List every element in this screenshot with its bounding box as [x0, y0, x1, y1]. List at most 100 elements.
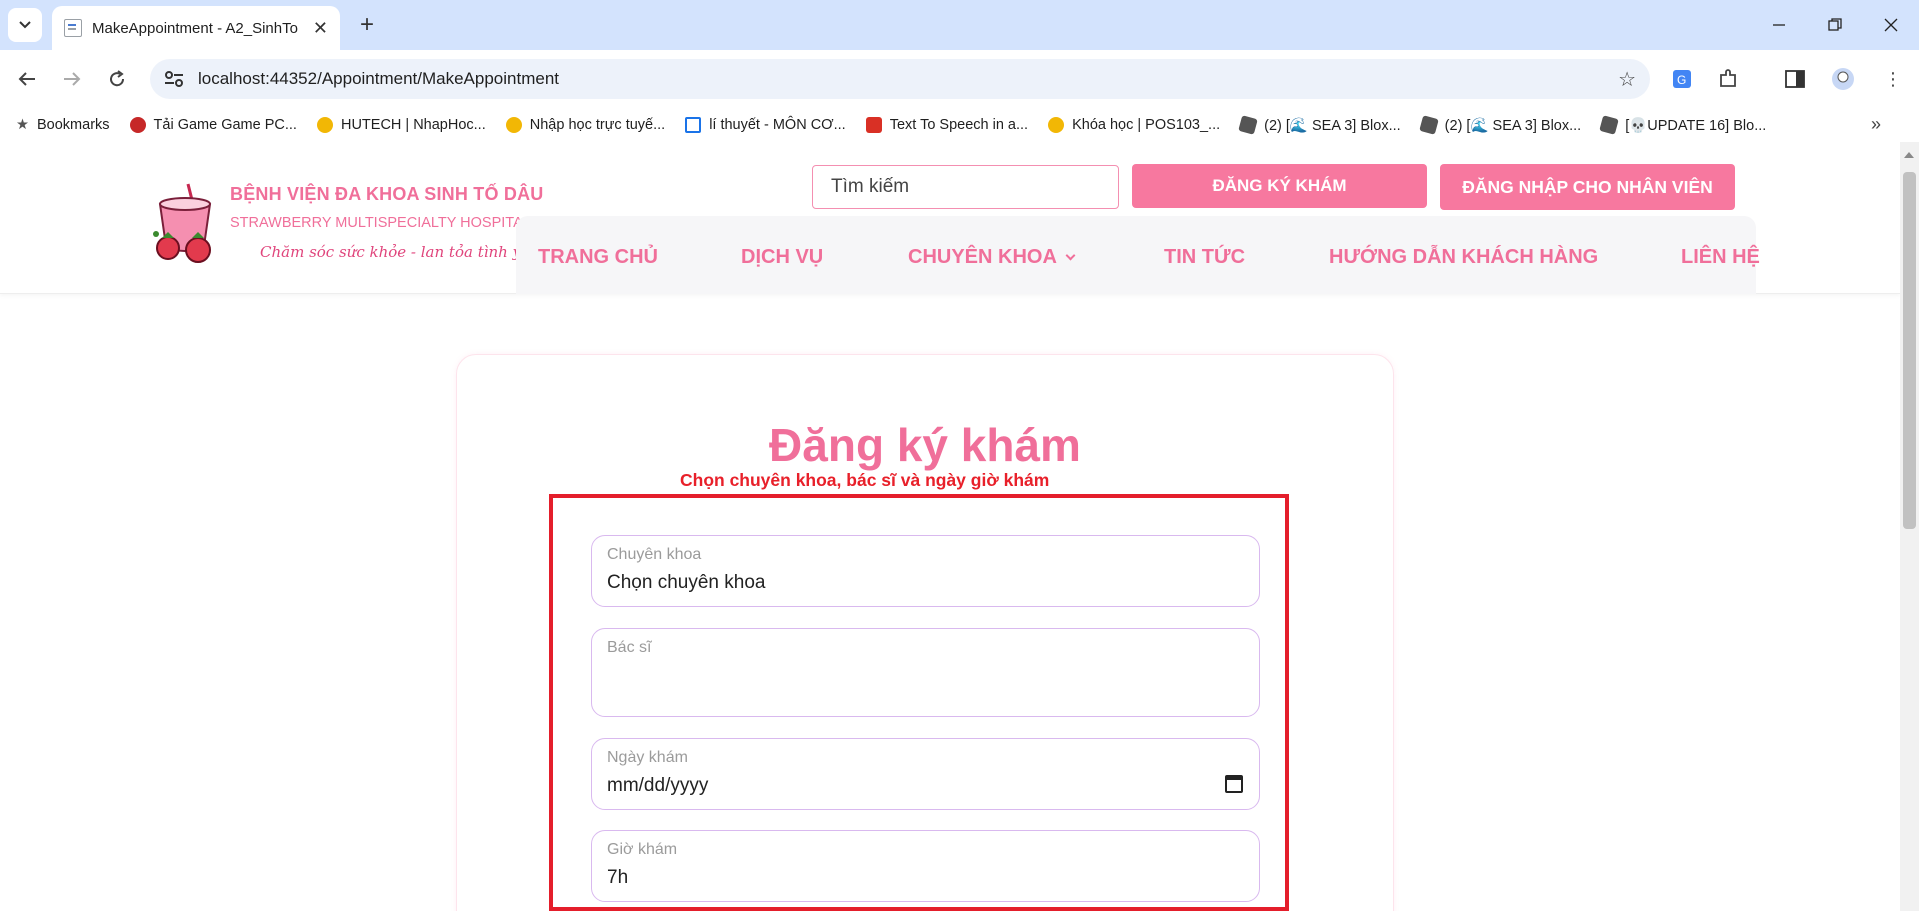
sidebar-toggle-icon: [1785, 70, 1805, 88]
roblox-favicon-icon: [1599, 115, 1620, 135]
arrow-left-icon: [18, 72, 35, 86]
reload-button[interactable]: [100, 62, 134, 96]
scroll-thumb[interactable]: [1903, 172, 1916, 529]
tab-search-button[interactable]: [8, 8, 42, 42]
scroll-up-arrow-icon[interactable]: [1904, 152, 1914, 158]
doctor-label: Bác sĩ: [607, 639, 652, 656]
doctor-select[interactable]: Bác sĩ: [591, 628, 1260, 717]
translate-icon[interactable]: G: [1667, 64, 1697, 94]
address-bar[interactable]: localhost:44352/Appointment/MakeAppointm…: [150, 59, 1650, 99]
nav-news[interactable]: TIN TỨC: [1164, 246, 1245, 269]
minimize-button[interactable]: [1762, 10, 1796, 40]
browser-tab-active[interactable]: MakeAppointment - A2_SinhTo ✕: [52, 6, 340, 50]
bookmark-label: [💀UPDATE 16] Blo...: [1625, 117, 1767, 134]
site-favicon-icon: [129, 117, 146, 133]
site-settings-icon[interactable]: [164, 70, 184, 88]
page-scrollbar[interactable]: [1900, 142, 1919, 911]
brand-block[interactable]: BỆNH VIỆN ĐA KHOA SINH TỐ DÂU STRAWBERRY…: [230, 184, 543, 261]
bookmark-item[interactable]: Tải Game Game PC...: [129, 117, 297, 133]
register-appointment-button[interactable]: ĐĂNG KÝ KHÁM: [1132, 164, 1427, 208]
date-value: mm/dd/yyyy: [607, 775, 709, 796]
restore-button[interactable]: [1818, 10, 1852, 40]
specialty-select[interactable]: Chuyên khoa Chọn chuyên khoa: [591, 535, 1260, 607]
bookmark-label: lí thuyết - MÔN CƠ...: [709, 117, 846, 133]
grid-favicon-icon: [685, 117, 702, 133]
strawberry-smoothie-logo[interactable]: [148, 182, 220, 268]
translate-glyph-icon: G: [1673, 70, 1691, 88]
arrow-right-icon: [64, 72, 81, 86]
page-title: Đăng ký khám: [769, 419, 1081, 471]
profile-avatar[interactable]: [1828, 64, 1858, 94]
bookmark-label: (2) [🌊 SEA 3] Blox...: [1444, 117, 1582, 134]
restore-icon: [1828, 18, 1842, 31]
puzzle-icon: [1720, 69, 1736, 87]
reload-icon: [110, 70, 125, 87]
time-value: 7h: [607, 867, 629, 888]
search-input[interactable]: [812, 165, 1119, 209]
bookmark-label: Text To Speech in a...: [889, 117, 1029, 133]
side-panel-icon[interactable]: [1780, 64, 1810, 94]
appointment-date-input[interactable]: Ngày khám mm/dd/yyyy: [591, 738, 1260, 810]
new-tab-button[interactable]: +: [352, 10, 382, 40]
brand-name: BỆNH VIỆN ĐA KHOA SINH TỐ DÂU: [230, 184, 544, 204]
brand-subtitle: STRAWBERRY MULTISPECIALTY HOSPITAL: [230, 215, 531, 231]
bookmark-label: HUTECH | NhapHoc...: [340, 117, 486, 133]
specialty-label: Chuyên khoa: [607, 546, 702, 563]
bookmark-item[interactable]: (2) [🌊 SEA 3] Blox...: [1418, 115, 1582, 135]
bookmark-item[interactable]: Nhập học trực tuyế...: [505, 117, 666, 133]
bookmark-item[interactable]: HUTECH | NhapHoc...: [316, 117, 486, 133]
brand-slogan: Chăm sóc sức khỏe - lan tỏa tình yêu: [260, 243, 540, 261]
shield-favicon-icon: [1048, 117, 1065, 133]
annotation-text: Chọn chuyên khoa, bác sĩ và ngày giờ khá…: [680, 470, 1050, 490]
bookmark-item[interactable]: Khóa học | POS103_...: [1048, 117, 1220, 133]
nav-contact[interactable]: LIÊN HỆ: [1681, 246, 1760, 269]
more-bookmarks-icon[interactable]: »: [1871, 114, 1881, 135]
bookmark-item[interactable]: ★ Bookmarks: [16, 117, 110, 133]
extensions-icon[interactable]: [1713, 64, 1743, 94]
shield-favicon-icon: [505, 117, 522, 133]
minimize-icon: [1773, 24, 1785, 26]
bookmark-label: Tải Game Game PC...: [153, 117, 297, 133]
bookmark-item[interactable]: [💀UPDATE 16] Blo...: [1599, 115, 1767, 135]
chevron-down-icon: [1065, 250, 1076, 261]
bookmark-star-icon[interactable]: ☆: [1618, 67, 1636, 92]
nav-home[interactable]: TRANG CHỦ: [538, 246, 658, 269]
bookmark-label: Bookmarks: [37, 117, 110, 133]
bookmark-item[interactable]: (2) [🌊 SEA 3] Blox...: [1238, 115, 1401, 135]
browser-toolbar: localhost:44352/Appointment/MakeAppointm…: [0, 50, 1919, 108]
close-window-button[interactable]: [1874, 10, 1908, 40]
main-nav: TRANG CHỦ DỊCH VỤ CHUYÊN KHOA TIN TỨC HƯ…: [516, 216, 1760, 294]
page-favicon-icon: [64, 19, 82, 37]
roblox-favicon-icon: [1418, 115, 1439, 135]
browser-menu-icon[interactable]: ⋮: [1878, 64, 1908, 94]
calendar-icon[interactable]: [1225, 775, 1243, 793]
nav-customer-guide[interactable]: HƯỚNG DẪN KHÁCH HÀNG: [1329, 246, 1598, 269]
date-label: Ngày khám: [607, 749, 688, 766]
nav-specialties[interactable]: CHUYÊN KHOA: [908, 246, 1076, 269]
bookmark-item[interactable]: lí thuyết - MÔN CƠ...: [685, 117, 846, 133]
close-icon: [1884, 18, 1898, 32]
shield-favicon-icon: [316, 117, 333, 133]
bookmark-item[interactable]: Text To Speech in a...: [865, 117, 1029, 133]
bookmark-label: Khóa học | POS103_...: [1072, 117, 1221, 133]
back-button[interactable]: [10, 62, 44, 96]
nav-services[interactable]: DỊCH VỤ: [741, 246, 823, 269]
bookmark-label: Nhập học trực tuyế...: [529, 117, 666, 133]
star-icon: ★: [16, 117, 29, 133]
staff-login-button[interactable]: ĐĂNG NHẬP CHO NHÂN VIÊN: [1440, 164, 1735, 210]
close-tab-icon[interactable]: ✕: [313, 18, 328, 39]
site-header: BỆNH VIỆN ĐA KHOA SINH TỐ DÂU STRAWBERRY…: [0, 142, 1900, 294]
time-label: Giờ khám: [607, 841, 678, 858]
tab-title: MakeAppointment - A2_SinhTo: [92, 19, 298, 37]
svg-text:G: G: [1677, 73, 1686, 87]
appointment-time-select[interactable]: Giờ khám 7h: [591, 830, 1260, 902]
url-text: localhost:44352/Appointment/MakeAppointm…: [198, 69, 560, 88]
bookmarks-bar: ★ Bookmarks Tải Game Game PC... HUTECH | …: [0, 108, 1919, 142]
nav-specialties-label: CHUYÊN KHOA: [908, 246, 1057, 268]
bookmark-label: (2) [🌊 SEA 3] Blox...: [1264, 117, 1401, 134]
specialty-value: Chọn chuyên khoa: [607, 572, 766, 593]
browser-tab-bar: MakeAppointment - A2_SinhTo ✕ +: [0, 0, 1919, 50]
forward-button[interactable]: [55, 62, 89, 96]
chevron-down-icon: [19, 21, 31, 29]
tts-favicon-icon: [865, 117, 882, 133]
